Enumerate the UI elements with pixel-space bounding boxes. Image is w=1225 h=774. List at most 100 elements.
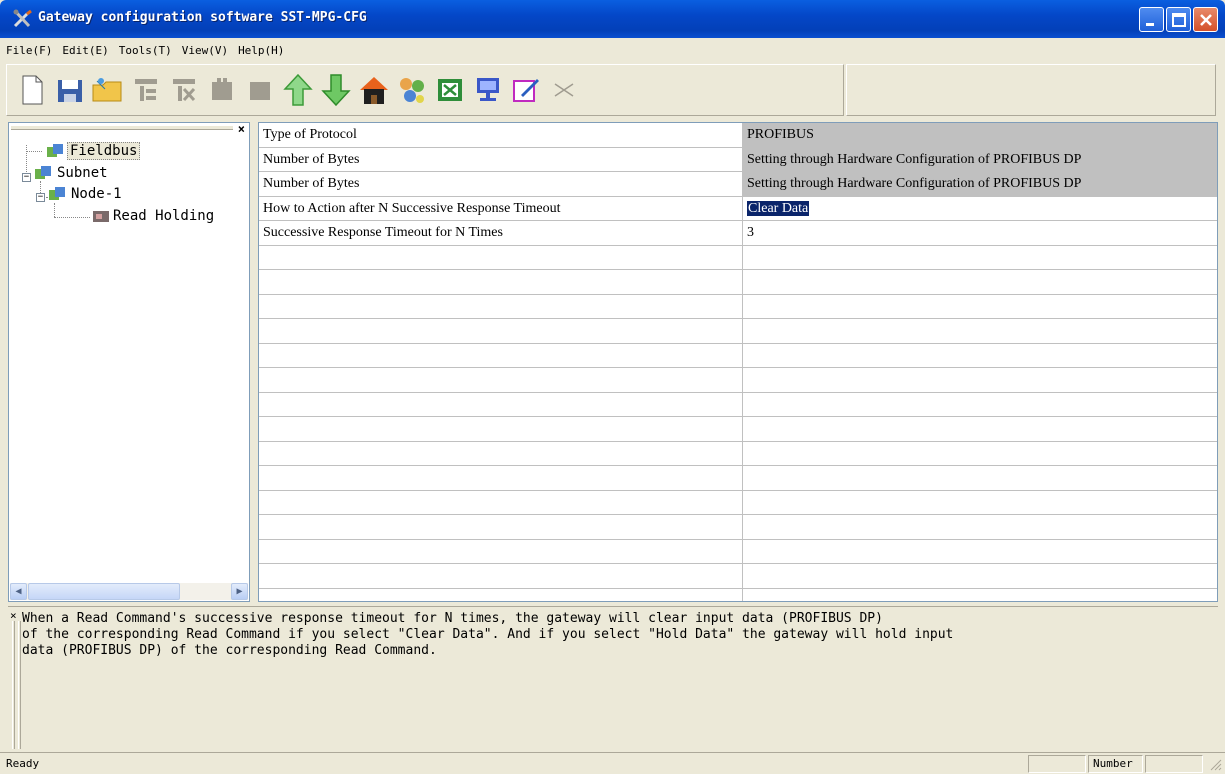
grid-key (259, 294, 743, 319)
grid-value: Setting through Hardware Configuration o… (743, 147, 1217, 172)
menu-edit[interactable]: Edit(E) (62, 44, 108, 57)
download-button[interactable] (317, 70, 355, 110)
grid-key (259, 564, 743, 588)
tree-item-subnet[interactable]: Subnet (33, 164, 110, 182)
minimize-button[interactable] (1139, 7, 1164, 32)
status-text: Ready (6, 757, 40, 770)
close-button[interactable] (1193, 7, 1218, 32)
tree-grip[interactable] (11, 125, 233, 130)
edit-icon (513, 79, 539, 102)
menu-bar: File(F) Edit(E) Tools(T) View(V) Help(H) (0, 38, 1225, 62)
save-button[interactable] (51, 70, 89, 110)
maximize-button[interactable] (1166, 7, 1191, 32)
action-value-select[interactable]: Clear Data (747, 200, 810, 216)
tree-item-command[interactable]: Read Holding (91, 208, 216, 224)
grid-row-empty (259, 319, 1217, 344)
add-node-button[interactable] (127, 70, 165, 110)
tree-item-node[interactable]: Node-1 (47, 185, 124, 203)
tree-pane: × Fieldbus − Subnet − Node-1 Read Holdin… (8, 122, 250, 602)
monitor-icon (477, 78, 499, 101)
grid-row[interactable]: Number of Bytes Setting through Hardware… (259, 147, 1217, 172)
tree-item-label: Read Holding (113, 208, 215, 224)
network-icon (35, 166, 51, 179)
new-icon (22, 75, 43, 105)
home-icon (360, 77, 388, 104)
grid-row-empty (259, 564, 1217, 589)
network-icon (47, 144, 63, 157)
add-node-icon (135, 79, 157, 101)
grid-value[interactable]: Clear Data (743, 197, 1217, 221)
grid-value: PROFIBUS (743, 123, 1217, 147)
scroll-right-icon[interactable]: ▶ (231, 583, 248, 600)
add-command-button[interactable] (203, 70, 241, 110)
grid-key (259, 319, 743, 343)
collapse-icon[interactable]: − (22, 173, 31, 182)
network-button[interactable] (393, 70, 431, 110)
delete-node-button[interactable] (165, 70, 203, 110)
tree-connector (54, 203, 55, 217)
cut-button[interactable] (545, 70, 583, 110)
grid-key: Successive Response Timeout for N Times (259, 221, 743, 245)
grid-row[interactable]: How to Action after N Successive Respons… (259, 196, 1217, 221)
delete-command-icon (250, 82, 270, 100)
description-grip (12, 621, 15, 749)
grid-row-empty (259, 539, 1217, 564)
grid-key: Number of Bytes (259, 147, 743, 172)
menu-tools[interactable]: Tools(T) (119, 44, 172, 57)
tree-item-label: Node-1 (71, 186, 122, 202)
grid-key (259, 490, 743, 515)
grid-row-empty (259, 392, 1217, 417)
grid-row-empty (259, 245, 1217, 270)
grid-row-empty (259, 515, 1217, 540)
grid-row[interactable]: Type of Protocol PROFIBUS (259, 123, 1217, 148)
grid-row-empty (259, 417, 1217, 442)
grid-row-empty (259, 466, 1217, 491)
grid-key (259, 539, 743, 564)
tree-item-fieldbus[interactable]: Fieldbus (45, 142, 141, 160)
grid-row-empty (259, 588, 1217, 601)
scroll-left-icon[interactable]: ◀ (10, 583, 27, 600)
tree-close-icon[interactable]: × (238, 122, 245, 136)
grid-row-empty (259, 343, 1217, 368)
grid-key: How to Action after N Successive Respons… (259, 196, 743, 221)
grid-row[interactable]: Number of Bytes Setting through Hardware… (259, 172, 1217, 197)
tree-connector (26, 151, 42, 152)
grid-row-empty (259, 294, 1217, 319)
open-folder-icon (92, 78, 122, 102)
grid-key: Number of Bytes (259, 172, 743, 196)
home-button[interactable] (355, 70, 393, 110)
grid-row-empty (259, 270, 1217, 295)
edit-button[interactable] (507, 70, 545, 110)
open-button[interactable] (89, 70, 127, 110)
tree-connector (54, 217, 90, 218)
cut-icon (554, 83, 574, 97)
grid-key (259, 417, 743, 441)
grid-key (259, 368, 743, 392)
status-bar: Ready Number (0, 752, 1225, 774)
new-button[interactable] (13, 70, 51, 110)
grid-key (259, 343, 743, 368)
close-icon (1200, 14, 1212, 26)
description-text: When a Read Command's successive respons… (22, 611, 954, 658)
tree-item-label: Fieldbus (67, 142, 141, 160)
tools-icon (13, 9, 32, 28)
grid-value: Setting through Hardware Configuration o… (743, 172, 1217, 196)
menu-file[interactable]: File(F) (6, 44, 52, 57)
collapse-icon[interactable]: − (36, 193, 45, 202)
upload-button[interactable] (279, 70, 317, 110)
network-icon (400, 78, 424, 103)
grid-value[interactable]: 3 (743, 221, 1217, 245)
tree-horizontal-scrollbar[interactable]: ◀ ▶ (10, 583, 248, 600)
menu-view[interactable]: View(V) (182, 44, 228, 57)
menu-help[interactable]: Help(H) (238, 44, 284, 57)
save-icon (58, 80, 82, 102)
delete-command-button[interactable] (241, 70, 279, 110)
excel-button[interactable] (431, 70, 469, 110)
grid-row-empty (259, 441, 1217, 466)
description-pane: × When a Read Command's successive respo… (8, 606, 1218, 752)
scroll-thumb[interactable] (28, 583, 180, 600)
grid-key (259, 392, 743, 417)
resize-grip-icon[interactable] (1208, 757, 1222, 771)
grid-row[interactable]: Successive Response Timeout for N Times … (259, 221, 1217, 246)
monitor-button[interactable] (469, 70, 507, 110)
